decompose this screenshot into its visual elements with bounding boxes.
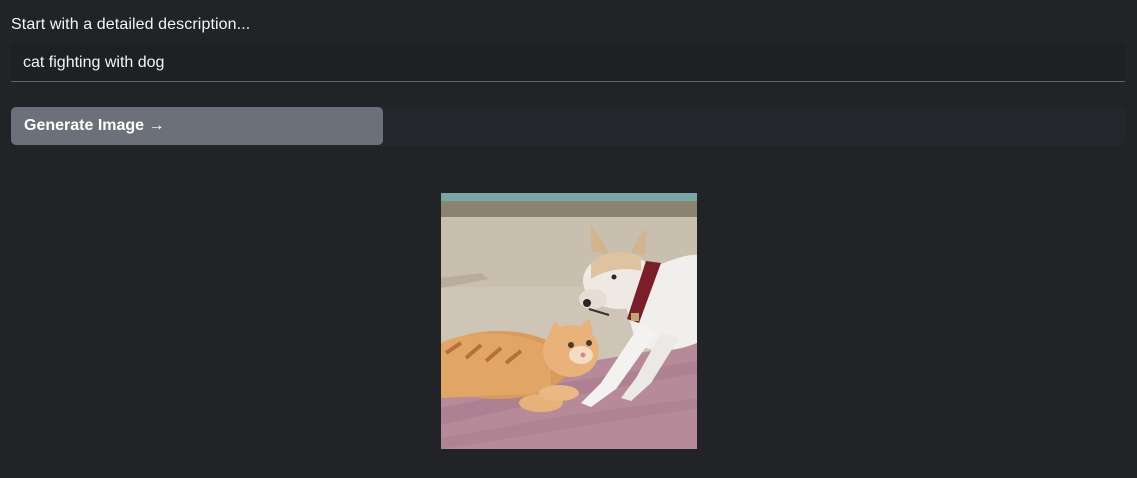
generated-image: [441, 193, 697, 449]
generate-image-button[interactable]: Generate Image →: [11, 107, 383, 145]
cat-and-dog-picture: [441, 193, 697, 449]
prompt-input[interactable]: [11, 44, 1125, 82]
prompt-label: Start with a detailed description...: [11, 16, 251, 33]
